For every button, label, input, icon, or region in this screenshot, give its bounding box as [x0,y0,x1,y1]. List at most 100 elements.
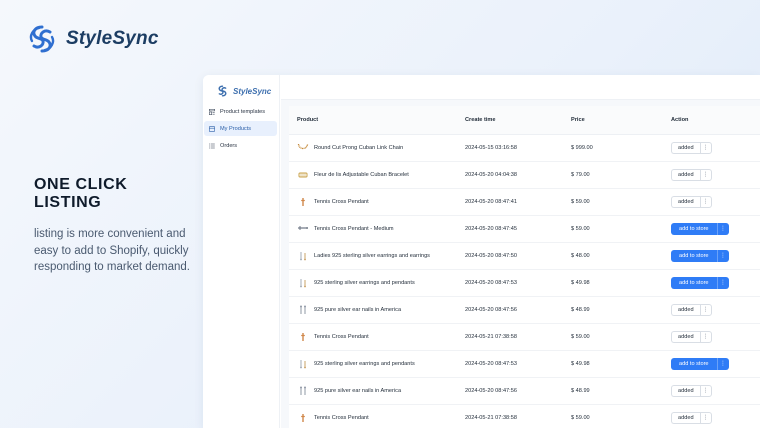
sidebar-logo[interactable]: StyleSync [203,75,279,101]
product-cell: 925 sterling silver earrings and pendant… [289,350,465,378]
add-to-store-button[interactable]: add to store [671,222,717,235]
sidebar-item-my-products[interactable]: My Products [204,121,277,136]
more-options-button[interactable]: ⋮ [699,141,712,154]
table-row[interactable]: 925 sterling silver earrings and pendant… [289,269,760,297]
product-cell: 925 pure silver ear nails in America [289,377,465,405]
price-cell: $ 79.00 [571,161,671,189]
table-row[interactable]: Tennis Cross Pendant 2024-05-21 07:38:58 $… [289,404,760,428]
product-name[interactable]: 925 sterling silver earrings and pendant… [314,280,415,286]
product-name[interactable]: Fleur de lis Adjustable Cuban Bracelet [314,172,409,178]
price-cell: $ 59.00 [571,404,671,428]
add-to-store-button[interactable]: add to store [671,249,717,262]
table-row[interactable]: Fleur de lis Adjustable Cuban Bracelet 20… [289,161,760,189]
product-name[interactable]: 925 pure silver ear nails in America [314,388,401,394]
more-options-button[interactable]: ⋮ [699,195,712,208]
product-thumbnail [297,196,309,208]
added-button[interactable]: added [671,141,700,154]
product-cell: Fleur de lis Adjustable Cuban Bracelet [289,161,465,189]
added-button[interactable]: added [671,384,700,397]
more-options-button[interactable]: ⋮ [699,330,712,343]
product-info: 925 pure silver ear nails in America [297,385,465,397]
table-row[interactable]: 925 pure silver ear nails in America 2024… [289,296,760,324]
added-button[interactable]: added [671,195,700,208]
sidebar-item-product-templates[interactable]: Product templates [204,104,277,119]
action-button-group: add to store ⋮ [671,357,729,370]
product-name[interactable]: 925 pure silver ear nails in America [314,307,401,313]
price-cell: $ 49.98 [571,350,671,378]
product-name[interactable]: Tennis Cross Pendant [314,199,369,205]
create-time-cell: 2024-05-15 03:16:58 [465,134,571,162]
app-window: StyleSync Product templates My Products … [203,75,760,428]
added-button[interactable]: added [671,411,700,424]
added-button[interactable]: added [671,330,700,343]
added-button[interactable]: added [671,303,700,316]
hero-section: ONE CLICK LISTING listing is more conven… [34,176,199,276]
more-options-button[interactable]: ⋮ [716,357,729,370]
box-icon [209,125,215,132]
hero-title: ONE CLICK LISTING [34,176,128,211]
product-name[interactable]: Tennis Cross Pendant [314,334,369,340]
action-cell: added ⋮ [671,188,760,216]
column-header-price: Price [571,106,671,135]
sidebar-item-label: Orders [220,142,238,149]
product-name[interactable]: Round Cut Prong Cuban Link Chain [314,145,403,151]
product-cell: Tennis Cross Pendant [289,404,465,428]
price-cell: $ 999.00 [571,134,671,162]
product-info: 925 sterling silver earrings and pendant… [297,277,465,289]
add-to-store-button[interactable]: add to store [671,276,717,289]
stylesync-logo-icon [29,25,55,53]
action-cell: added ⋮ [671,134,760,162]
product-name[interactable]: Tennis Cross Pendant [314,415,369,421]
create-time-cell: 2024-05-20 08:47:56 [465,296,571,324]
product-info: Tennis Cross Pendant [297,196,465,208]
table-body: Round Cut Prong Cuban Link Chain 2024-05-… [289,134,760,428]
price-cell: $ 59.00 [571,215,671,243]
table-row[interactable]: Tennis Cross Pendant - Medium 2024-05-20 … [289,215,760,243]
sidebar-item-orders[interactable]: Orders [204,138,277,153]
product-name[interactable]: Ladies 925 sterling silver earrings and … [314,253,430,259]
price-cell: $ 59.00 [571,188,671,216]
action-cell: add to store ⋮ [671,242,760,270]
more-options-button[interactable]: ⋮ [716,276,729,289]
product-cell: Tennis Cross Pendant - Medium [289,215,465,243]
add-to-store-button[interactable]: add to store [671,357,717,370]
more-options-button[interactable]: ⋮ [716,249,729,262]
create-time-cell: 2024-05-20 08:47:41 [465,188,571,216]
action-button-group: added ⋮ [671,141,712,154]
product-info: 925 sterling silver earrings and pendant… [297,358,465,370]
added-button[interactable]: added [671,168,700,181]
more-options-button[interactable]: ⋮ [716,222,729,235]
product-name[interactable]: 925 sterling silver earrings and pendant… [314,361,415,367]
action-cell: added ⋮ [671,323,760,351]
create-time-cell: 2024-05-20 08:47:53 [465,350,571,378]
more-options-button[interactable]: ⋮ [699,168,712,181]
brand-name: StyleSync [66,28,159,49]
table-row[interactable]: Tennis Cross Pendant 2024-05-20 08:47:41 $… [289,188,760,216]
more-options-button[interactable]: ⋮ [699,384,712,397]
create-time-cell: 2024-05-20 08:47:50 [465,242,571,270]
action-cell: added ⋮ [671,404,760,428]
price-cell: $ 49.98 [571,269,671,297]
more-options-button[interactable]: ⋮ [699,303,712,316]
table-row[interactable]: Ladies 925 sterling silver earrings and … [289,242,760,270]
product-thumbnail [297,277,309,289]
price-cell: $ 59.00 [571,323,671,351]
product-cell: Ladies 925 sterling silver earrings and … [289,242,465,270]
product-thumbnail [297,358,309,370]
action-button-group: added ⋮ [671,411,712,424]
product-cell: 925 pure silver ear nails in America [289,296,465,324]
table-row[interactable]: 925 pure silver ear nails in America 2024… [289,377,760,405]
table-row[interactable]: Round Cut Prong Cuban Link Chain 2024-05-… [289,134,760,162]
table-header-row: Product Create time Price Action [289,106,760,135]
product-name[interactable]: Tennis Cross Pendant - Medium [314,226,394,232]
column-header-product: Product [289,106,465,135]
table-row[interactable]: 925 sterling silver earrings and pendant… [289,350,760,378]
more-options-button[interactable]: ⋮ [699,411,712,424]
product-thumbnail [297,331,309,343]
products-table: Product Create time Price Action Round C… [289,106,760,428]
product-info: Round Cut Prong Cuban Link Chain [297,142,465,154]
sidebar-item-label: My Products [220,125,252,132]
column-header-create-time: Create time [465,106,571,135]
list-icon [209,143,215,149]
table-row[interactable]: Tennis Cross Pendant 2024-05-21 07:38:58 $… [289,323,760,351]
